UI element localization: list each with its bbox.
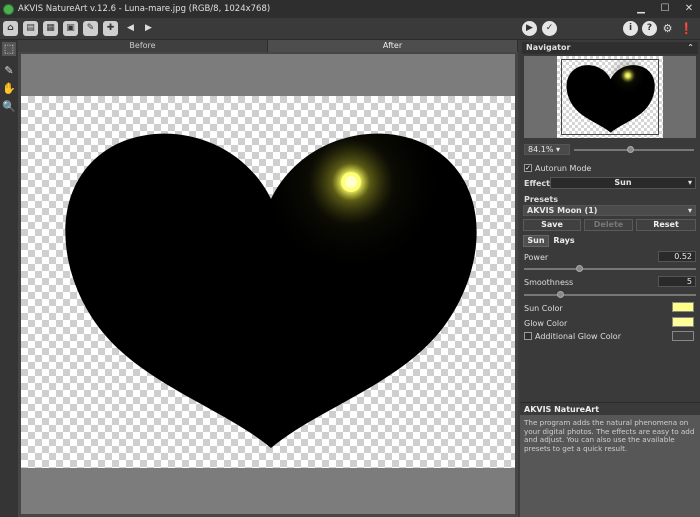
zoom-tool-icon[interactable]: 🔍 (2, 100, 16, 114)
tab-before[interactable]: Before (18, 40, 268, 52)
additional-glow-checkbox[interactable] (524, 332, 532, 340)
image-canvas[interactable] (21, 96, 515, 468)
zoom-value: 84.1% (528, 145, 554, 154)
additional-glow-swatch[interactable] (672, 331, 694, 341)
chevron-down-icon: ▾ (555, 145, 560, 154)
additional-glow-label: Additional Glow Color (535, 332, 621, 341)
power-slider-track[interactable] (524, 268, 696, 270)
navigator-preview[interactable] (524, 56, 696, 138)
gear-icon[interactable]: ⚙ (660, 21, 675, 36)
info-text: The program adds the natural phenomena o… (520, 415, 700, 517)
power-input[interactable]: 0.52 (658, 251, 696, 262)
glow-color-label: Glow Color (524, 319, 568, 328)
undo-icon[interactable]: ◀ (123, 21, 138, 36)
heart-image (65, 133, 477, 448)
canvas-margin-bottom (21, 468, 515, 514)
home-icon[interactable]: ⌂ (3, 21, 18, 36)
smoothness-input[interactable]: 5 (658, 276, 696, 287)
title-bar: AKVIS NatureArt v.12.6 - Luna-mare.jpg (… (0, 0, 700, 18)
autorun-label: Autorun Mode (535, 164, 592, 173)
chevron-down-icon: ▾ (687, 206, 692, 215)
sun-color-swatch[interactable] (672, 302, 694, 312)
settings-panel: Navigator ⌃ 84.1% ▾ ✓ Autorun Mode Effec… (520, 40, 700, 517)
glow-color-swatch[interactable] (672, 317, 694, 327)
batch-icon[interactable]: ✚ (103, 21, 118, 36)
effect-value: Sun (614, 178, 632, 187)
tab-after[interactable]: After (268, 40, 518, 52)
maximize-icon[interactable]: ☐ (658, 2, 672, 16)
smoothness-slider-track[interactable] (524, 294, 696, 296)
close-icon[interactable]: ✕ (682, 2, 696, 16)
power-label: Power (524, 253, 549, 262)
brush-tool-icon[interactable]: ✎ (2, 64, 16, 78)
preset-value: AKVIS Moon (1) (527, 206, 598, 215)
chevron-down-icon: ▾ (687, 178, 692, 187)
canvas-margin-top (21, 54, 515, 96)
navigator-title: Navigator (526, 43, 571, 52)
navigator-header: Navigator ⌃ (522, 42, 698, 54)
presets-select[interactable]: AKVIS Moon (1) ▾ (523, 205, 696, 216)
zoom-select[interactable]: 84.1% ▾ (524, 144, 570, 155)
app-logo-icon (3, 3, 14, 15)
effect-label: Effect: (524, 179, 554, 188)
print-icon[interactable]: ▣ (63, 21, 78, 36)
notifications-icon[interactable]: ❗ (679, 21, 694, 36)
tab-sun[interactable]: Sun (523, 235, 549, 247)
zoom-slider-knob[interactable] (627, 146, 634, 153)
toolbar: ⌂ ▤ ▦ ▣ ✎ ✚ ◀ ▶ ▶ ✓ i ? ⚙ ❗ (0, 18, 700, 40)
redo-icon[interactable]: ▶ (141, 21, 156, 36)
window-title: AKVIS NatureArt v.12.6 - Luna-mare.jpg (… (18, 4, 271, 14)
power-slider-knob[interactable] (576, 265, 583, 272)
save-file-icon[interactable]: ▦ (43, 21, 58, 36)
share-icon[interactable]: ✎ (83, 21, 98, 36)
autorun-checkbox[interactable]: ✓ (524, 164, 532, 172)
navigator-frame (561, 59, 659, 135)
minimize-icon[interactable]: ▁ (634, 2, 648, 16)
canvas-area: Before After (18, 40, 518, 517)
smoothness-label: Smoothness (524, 278, 574, 287)
smoothness-slider-knob[interactable] (557, 291, 564, 298)
info-icon[interactable]: i (623, 21, 638, 36)
info-title: AKVIS NatureArt (520, 402, 700, 415)
run-icon[interactable]: ▶ (522, 21, 537, 36)
effect-select[interactable]: Sun ▾ (550, 177, 696, 189)
collapse-icon[interactable]: ⌃ (687, 42, 694, 54)
hand-tool-icon[interactable]: ✋ (2, 82, 16, 96)
apply-icon[interactable]: ✓ (542, 21, 557, 36)
tab-rays[interactable]: Rays (551, 235, 577, 247)
left-toolbar: ⬚ ✎ ✋ 🔍 (0, 40, 18, 517)
help-icon[interactable]: ? (642, 21, 657, 36)
crop-tool-icon[interactable]: ⬚ (2, 42, 16, 56)
sun-color-label: Sun Color (524, 304, 563, 313)
before-after-tabs: Before After (18, 40, 518, 52)
delete-preset-button[interactable]: Delete (584, 219, 633, 231)
open-file-icon[interactable]: ▤ (23, 21, 38, 36)
presets-title: Presets (524, 195, 559, 204)
reset-preset-button[interactable]: Reset (636, 219, 696, 231)
save-preset-button[interactable]: Save (523, 219, 581, 231)
zoom-slider-track[interactable] (574, 149, 694, 151)
